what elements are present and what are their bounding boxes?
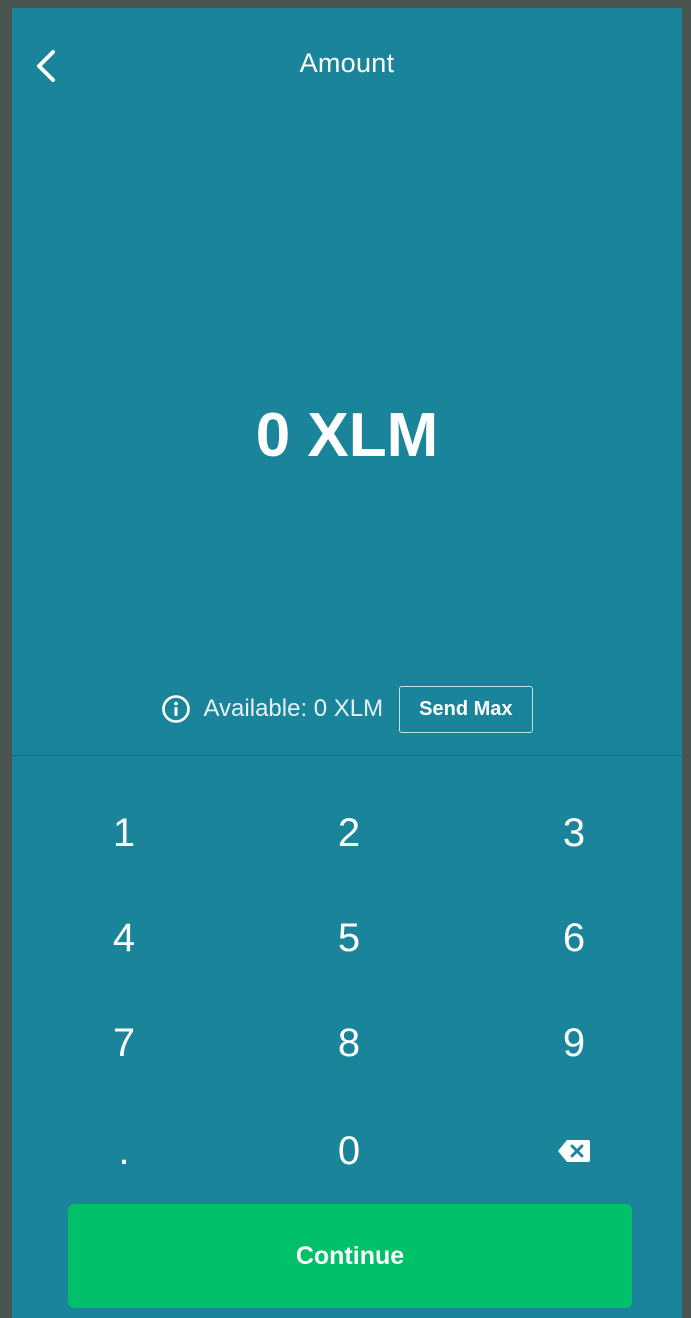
available-balance-row: Available: 0 XLM Send Max <box>12 684 682 734</box>
page-title: Amount <box>299 48 395 78</box>
key-0[interactable]: 0 <box>269 1106 429 1196</box>
continue-button[interactable]: Continue <box>68 1204 632 1308</box>
send-max-button[interactable]: Send Max <box>399 685 533 733</box>
key-1[interactable]: 1 <box>44 788 204 878</box>
key-3[interactable]: 3 <box>494 788 654 878</box>
backspace-key[interactable] <box>494 1106 654 1196</box>
amount-screen: Amount 0 XLM Available: 0 XLM Send Max 1… <box>12 8 682 1318</box>
key-6[interactable]: 6 <box>494 893 654 983</box>
available-balance-label: Available: 0 XLM <box>203 695 384 722</box>
key-9[interactable]: 9 <box>494 998 654 1088</box>
info-icon[interactable] <box>161 694 191 724</box>
amount-display: 0 XLM <box>255 401 439 470</box>
key-4[interactable]: 4 <box>44 893 204 983</box>
header: Amount <box>12 8 682 118</box>
backspace-icon <box>558 1140 590 1162</box>
key-8[interactable]: 8 <box>269 998 429 1088</box>
key-7[interactable]: 7 <box>44 998 204 1088</box>
key-decimal[interactable]: . <box>44 1106 204 1196</box>
key-5[interactable]: 5 <box>269 893 429 983</box>
divider <box>12 755 682 756</box>
key-2[interactable]: 2 <box>269 788 429 878</box>
